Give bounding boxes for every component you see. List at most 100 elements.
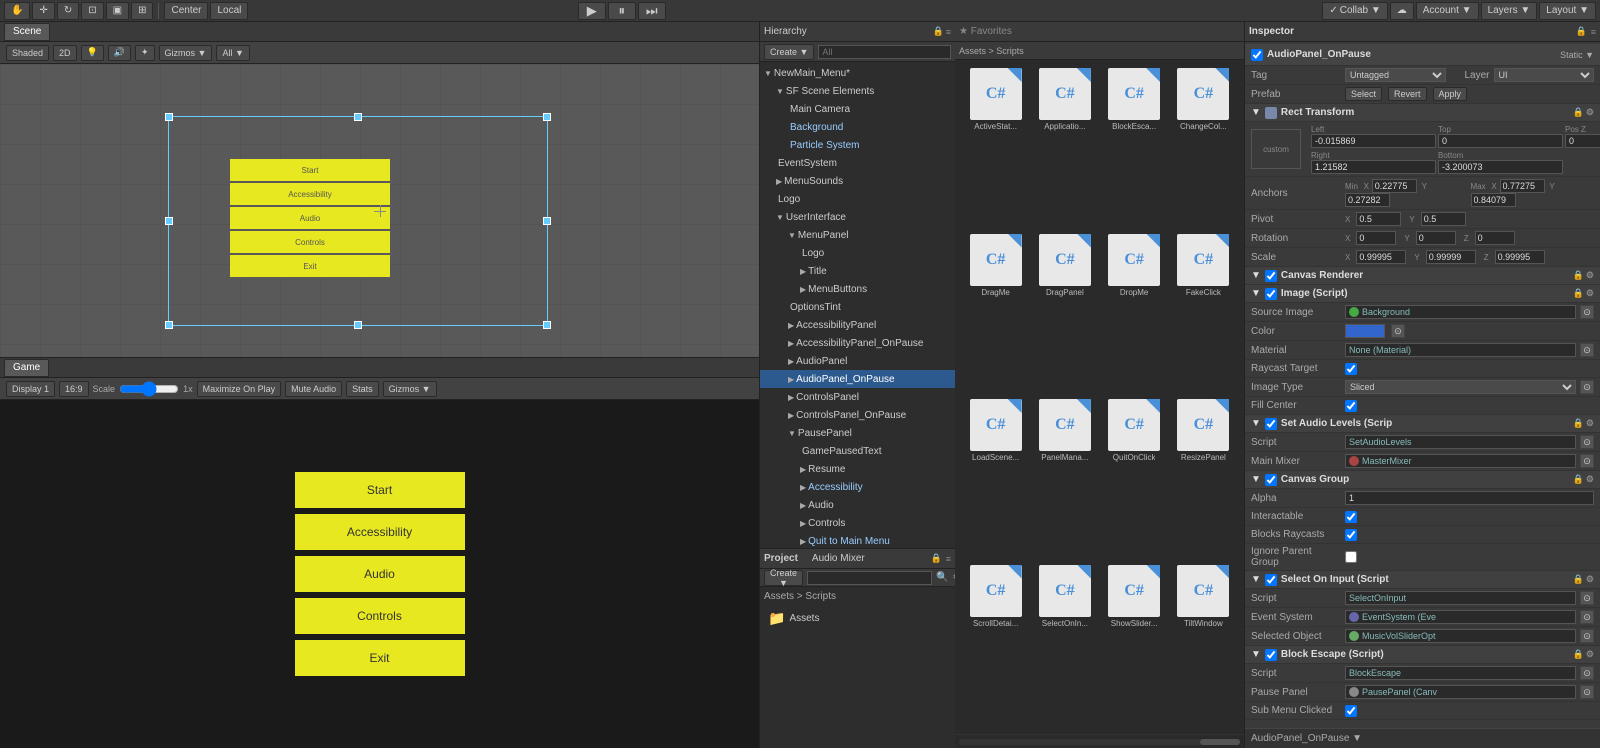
h-item-newmain[interactable]: ▼ NewMain_Menu* [760, 64, 955, 82]
color-pick-btn[interactable]: ⊙ [1391, 324, 1405, 338]
h-item-title[interactable]: ▶ Title [760, 262, 955, 280]
anchor-min-x-field[interactable] [1372, 179, 1417, 193]
insp-blockescape-header[interactable]: ▼ Block Escape (Script) 🔒 ⚙ [1245, 646, 1600, 664]
asset-icon-7[interactable] [1177, 234, 1229, 286]
center-btn[interactable]: Center [164, 2, 208, 20]
insp-canvasgroup-header[interactable]: ▼ Canvas Group 🔒 ⚙ [1245, 471, 1600, 489]
h-item-menusounds[interactable]: ▶ MenuSounds [760, 172, 955, 190]
layers-btn[interactable]: Layers ▼ [1481, 2, 1538, 20]
setaudio-checkbox[interactable] [1265, 418, 1277, 430]
insp-image-header[interactable]: ▼ Image (Script) 🔒 ⚙ [1245, 285, 1600, 303]
asset-icon-0[interactable] [970, 68, 1022, 120]
breadcrumb-assets[interactable]: Assets [764, 591, 794, 602]
insp-active-checkbox[interactable] [1251, 49, 1263, 61]
soi-script-field[interactable]: SelectOnInput [1345, 591, 1576, 605]
rect-tool-btn[interactable]: ▣ [106, 2, 129, 20]
anchor-max-x-field[interactable] [1500, 179, 1545, 193]
h-item-particlesys[interactable]: Particle System [760, 136, 955, 154]
game-exit-btn[interactable]: Exit [295, 640, 465, 676]
be-checkbox[interactable] [1265, 649, 1277, 661]
asset-icon-11[interactable] [1177, 399, 1229, 451]
step-btn[interactable]: ⏭ [638, 2, 666, 20]
asset-icon-1[interactable] [1039, 68, 1091, 120]
h-item-controls-onpause[interactable]: ▶ ControlsPanel_OnPause [760, 406, 955, 424]
anchor-min-y-field[interactable] [1345, 193, 1390, 207]
h-item-menupanel[interactable]: ▼ MenuPanel [760, 226, 955, 244]
asset-icon-6[interactable] [1108, 234, 1160, 286]
interactable-checkbox[interactable] [1345, 511, 1357, 523]
tab-scene[interactable]: Scene [4, 23, 50, 41]
alpha-field[interactable] [1345, 491, 1594, 505]
rect-top-field[interactable] [1438, 134, 1563, 148]
ignoreparent-checkbox[interactable] [1345, 551, 1357, 563]
insp-rect-transform-header[interactable]: ▼ Rect Transform 🔒 ⚙ [1245, 104, 1600, 122]
h-item-resume[interactable]: ▶ Resume [760, 460, 955, 478]
sal-script-field[interactable]: SetAudioLevels [1345, 435, 1576, 449]
material-field[interactable]: None (Material) [1345, 343, 1576, 357]
cg-checkbox[interactable] [1265, 474, 1277, 486]
asset-icon-8[interactable] [970, 399, 1022, 451]
scale-x-field[interactable] [1356, 250, 1406, 264]
canvas-renderer-checkbox[interactable] [1265, 270, 1277, 282]
h-item-logo-menu[interactable]: Logo [760, 244, 955, 262]
h-item-userinterface[interactable]: ▼ UserInterface [760, 208, 955, 226]
insp-select-btn[interactable]: Select [1345, 87, 1382, 101]
project-create-btn[interactable]: Create ▼ [764, 570, 803, 586]
h-item-audio-onpause[interactable]: ▶ AudioPanel_OnPause [760, 370, 955, 388]
scale-z-field[interactable] [1495, 250, 1545, 264]
material-pick-btn[interactable]: ⊙ [1580, 343, 1594, 357]
soi-es-pick[interactable]: ⊙ [1580, 610, 1594, 624]
rot-y-field[interactable] [1416, 231, 1456, 245]
rot-x-field[interactable] [1356, 231, 1396, 245]
h-item-controls-pause[interactable]: ▶ Controls [760, 514, 955, 532]
game-audio-btn[interactable]: Audio [295, 556, 465, 592]
blocksraycasts-checkbox[interactable] [1345, 529, 1357, 541]
h-item-optionstint[interactable]: OptionsTint [760, 298, 955, 316]
move-tool-btn[interactable]: ✛ [32, 2, 54, 20]
sal-mixer-pick[interactable]: ⊙ [1580, 454, 1594, 468]
scale-slider[interactable] [119, 383, 179, 395]
audio-btn[interactable]: 🔊 [108, 45, 131, 61]
insp-revert-btn[interactable]: Revert [1388, 87, 1427, 101]
play-btn[interactable]: ▶ [578, 2, 606, 20]
asset-icon-14[interactable] [1108, 565, 1160, 617]
asset-icon-15[interactable] [1177, 565, 1229, 617]
scale-tool-btn[interactable]: ⊡ [81, 2, 103, 20]
rect-posz-field[interactable] [1565, 134, 1600, 148]
h-item-background[interactable]: Background [760, 118, 955, 136]
gizmos-scene-btn[interactable]: Gizmos ▼ [159, 45, 213, 61]
image-checkbox[interactable] [1265, 288, 1277, 300]
asset-icon-9[interactable] [1039, 399, 1091, 451]
h-item-sfscene[interactable]: ▼ SF Scene Elements [760, 82, 955, 100]
collab-btn[interactable]: ✓ Collab ▼ [1322, 2, 1387, 20]
custom-tool-btn[interactable]: ⊞ [131, 2, 153, 20]
h-item-quit-main-menu[interactable]: ▶ Quit to Main Menu [760, 532, 955, 548]
asset-icon-5[interactable] [1039, 234, 1091, 286]
h-item-accessibility-onpause[interactable]: ▶ AccessibilityPanel_OnPause [760, 334, 955, 352]
h-item-eventsystem[interactable]: EventSystem [760, 154, 955, 172]
breadcrumb-scripts[interactable]: Scripts [805, 591, 836, 602]
imagetype-btn[interactable]: ⊙ [1580, 380, 1594, 394]
be-script-field[interactable]: BlockEscape [1345, 666, 1576, 680]
h-item-audio-pause[interactable]: ▶ Audio [760, 496, 955, 514]
be-sm-checkbox[interactable] [1345, 705, 1357, 717]
layers-scene-btn[interactable]: All ▼ [216, 45, 249, 61]
source-image-field[interactable]: Background [1345, 305, 1576, 319]
local-btn[interactable]: Local [210, 2, 248, 20]
effects-btn[interactable]: ✦ [135, 45, 155, 61]
h-item-audiopanel[interactable]: ▶ AudioPanel [760, 352, 955, 370]
display-btn[interactable]: Display 1 [6, 381, 55, 397]
ratio-btn[interactable]: 16:9 [59, 381, 89, 397]
h-item-accessibilitypanel[interactable]: ▶ AccessibilityPanel [760, 316, 955, 334]
insp-layer-select[interactable]: UI [1494, 68, 1595, 82]
anchor-max-y-field[interactable] [1471, 193, 1516, 207]
h-item-controlspanel[interactable]: ▶ ControlsPanel [760, 388, 955, 406]
insp-selectoninput-header[interactable]: ▼ Select On Input (Script 🔒 ⚙ [1245, 571, 1600, 589]
asset-icon-10[interactable] [1108, 399, 1160, 451]
soi-so-field[interactable]: MusicVolSliderOpt [1345, 629, 1576, 643]
asset-icon-2[interactable] [1108, 68, 1160, 120]
h-item-menubuttons[interactable]: ▶ MenuButtons [760, 280, 955, 298]
pause-btn[interactable]: ⏸ [608, 2, 636, 20]
shading-btn[interactable]: Shaded [6, 45, 49, 61]
maximize-btn[interactable]: Maximize On Play [197, 381, 282, 397]
